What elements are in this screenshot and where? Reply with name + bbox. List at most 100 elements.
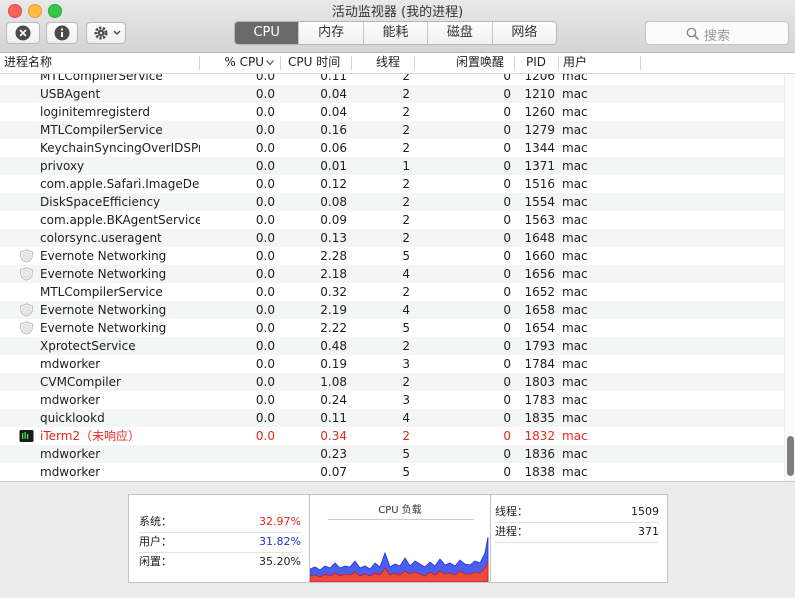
cell-pid: 1835 — [524, 411, 555, 425]
cell-pid: 1344 — [524, 141, 555, 155]
column-header-cpu-time[interactable]: CPU 时间 — [288, 53, 348, 73]
cell-cpu-percent: 0.0 — [255, 105, 275, 119]
tab-cpu[interactable]: CPU — [235, 22, 299, 44]
cell-process-name: Evernote Networking — [40, 267, 167, 281]
cell-cpu-time: 0.19 — [320, 357, 347, 371]
cell-pid: 1803 — [524, 375, 555, 389]
cell-idle-wakeups: 0 — [503, 357, 511, 371]
cell-cpu-percent: 0.0 — [255, 74, 275, 83]
search-placeholder: 搜索 — [704, 29, 731, 44]
cell-thread-count: 2 — [402, 141, 410, 155]
cell-user: mac — [562, 465, 588, 479]
table-row[interactable]: Evernote Networking 0.0 2.28 5 0 1660 mac — [0, 247, 784, 265]
cell-cpu-time: 0.12 — [320, 177, 347, 191]
scrollbar-thumb[interactable] — [787, 436, 794, 476]
cell-cpu-percent: 0.0 — [255, 429, 275, 443]
column-header-idle-wakeups[interactable]: 闲置唤醒 — [456, 53, 506, 73]
tab-disk[interactable]: 磁盘 — [427, 22, 491, 44]
column-header-user[interactable]: 用户 — [563, 53, 623, 73]
cell-cpu-percent: 0.0 — [255, 303, 275, 317]
cell-process-name: mdworker — [40, 447, 101, 461]
table-row[interactable]: com.apple.BKAgentService 0.0 0.09 2 0 1563 mac — [0, 211, 784, 229]
tab-energy[interactable]: 能耗 — [362, 22, 427, 44]
user-value: 31.82% — [259, 535, 301, 548]
table-row[interactable]: Evernote Networking 0.0 2.19 4 0 1658 mac — [0, 301, 784, 319]
table-row[interactable]: mdworker 0.23 5 0 1836 mac — [0, 445, 784, 463]
cell-idle-wakeups: 0 — [503, 231, 511, 245]
cell-process-name: com.apple.BKAgentService — [40, 213, 200, 227]
table-row[interactable]: com.apple.Safari.ImageDeco… 0.0 0.12 2 0 1516… — [0, 175, 784, 193]
cell-idle-wakeups: 0 — [503, 339, 511, 353]
table-row[interactable]: Evernote Networking 0.0 2.18 4 0 1656 mac — [0, 265, 784, 283]
cell-user: mac — [562, 357, 588, 371]
cell-thread-count: 5 — [402, 321, 410, 335]
cell-cpu-time: 0.11 — [320, 411, 347, 425]
cell-user: mac — [562, 159, 588, 173]
table-row[interactable]: iTerm2（未响应） 0.0 0.34 2 0 1832 mac — [0, 427, 784, 445]
tab-memory[interactable]: 内存 — [298, 22, 362, 44]
table-row[interactable]: mdworker 0.0 0.24 3 0 1783 mac — [0, 391, 784, 409]
column-header-name[interactable]: 进程名称 — [4, 53, 194, 73]
cell-thread-count: 2 — [402, 285, 410, 299]
cell-process-name: mdworker — [40, 465, 101, 479]
action-menu-button[interactable] — [86, 22, 126, 44]
cell-cpu-percent — [206, 445, 275, 463]
table-row[interactable]: loginitemregisterd 0.0 0.04 2 0 1260 mac — [0, 103, 784, 121]
column-header-cpu[interactable]: % CPU — [206, 53, 264, 73]
inspect-process-button[interactable] — [46, 22, 78, 44]
table-row[interactable]: DiskSpaceEfficiency 0.0 0.08 2 0 1554 mac — [0, 193, 784, 211]
shield-icon — [19, 303, 34, 317]
search-field[interactable]: 搜索 — [645, 21, 789, 45]
cell-thread-count: 2 — [402, 87, 410, 101]
cell-pid: 1554 — [524, 195, 555, 209]
table-row[interactable]: XprotectService 0.0 0.48 2 0 1793 mac — [0, 337, 784, 355]
table-row[interactable]: colorsync.useragent 0.0 0.13 2 0 1648 mac — [0, 229, 784, 247]
table-row[interactable]: Evernote Networking 0.0 2.22 5 0 1654 mac — [0, 319, 784, 337]
cell-process-name: colorsync.useragent — [40, 231, 162, 245]
cell-thread-count: 1 — [402, 159, 410, 173]
cell-cpu-time: 0.07 — [320, 465, 347, 479]
column-header-threads[interactable]: 线程 — [376, 53, 406, 73]
cell-idle-wakeups: 0 — [503, 105, 511, 119]
column-header-pid[interactable]: PID — [526, 53, 556, 73]
cell-cpu-percent: 0.0 — [255, 213, 275, 227]
table-row[interactable]: MTLCompilerService 0.0 0.32 2 0 1652 mac — [0, 283, 784, 301]
cell-cpu-percent: 0.0 — [255, 393, 275, 407]
cell-pid: 1836 — [524, 447, 555, 461]
sort-descending-icon — [266, 60, 274, 66]
processes-label: 进程： — [495, 525, 528, 538]
user-stat: 用户： 31.82% — [139, 533, 301, 551]
cell-process-name: loginitemregisterd — [40, 105, 151, 119]
cell-cpu-time: 0.23 — [320, 447, 347, 461]
table-row[interactable]: USBAgent 0.0 0.04 2 0 1210 mac — [0, 85, 784, 103]
table-row[interactable]: privoxy 0.0 0.01 1 0 1371 mac — [0, 157, 784, 175]
table-row[interactable]: mdworker 0.07 5 0 1838 mac — [0, 463, 784, 481]
cell-cpu-percent: 0.0 — [255, 357, 275, 371]
cell-cpu-time: 0.04 — [320, 87, 347, 101]
cell-pid: 1656 — [524, 267, 555, 281]
cell-user: mac — [562, 429, 588, 443]
cell-idle-wakeups: 0 — [503, 74, 511, 83]
view-tabs: CPU 内存 能耗 磁盘 网络 — [234, 21, 557, 45]
cpu-summary-panel: 系统： 32.97% 用户： 31.82% 闲置： 35.20% CPU 负载 … — [128, 494, 668, 583]
cell-user: mac — [562, 74, 588, 83]
cell-user: mac — [562, 231, 588, 245]
cell-process-name: CVMCompiler — [40, 375, 121, 389]
cell-thread-count: 2 — [402, 74, 410, 83]
toolbar: 活动监视器 (我的进程) CPU 内存 能耗 磁盘 网络 搜索 — [0, 0, 795, 53]
stop-process-button[interactable] — [6, 22, 40, 44]
table-row[interactable]: MTLCompilerService 0.0 0.16 2 0 1279 mac — [0, 121, 784, 139]
table-row[interactable]: quicklookd 0.0 0.11 4 0 1835 mac — [0, 409, 784, 427]
table-row[interactable]: KeychainSyncingOverIDSProxy 0.0 0.06 2 0 1344… — [0, 139, 784, 157]
table-row[interactable]: MTLCompilerService 0.0 0.11 2 0 1206 mac — [0, 74, 784, 85]
cell-pid: 1784 — [524, 357, 555, 371]
tab-network[interactable]: 网络 — [491, 22, 556, 44]
cell-cpu-time: 0.04 — [320, 105, 347, 119]
cell-idle-wakeups: 0 — [503, 159, 511, 173]
shield-icon — [19, 267, 34, 281]
vertical-scrollbar[interactable] — [784, 74, 795, 481]
table-row[interactable]: mdworker 0.0 0.19 3 0 1784 mac — [0, 355, 784, 373]
cell-cpu-time: 0.16 — [320, 123, 347, 137]
cell-pid: 1660 — [524, 249, 555, 263]
table-row[interactable]: CVMCompiler 0.0 1.08 2 0 1803 mac — [0, 373, 784, 391]
